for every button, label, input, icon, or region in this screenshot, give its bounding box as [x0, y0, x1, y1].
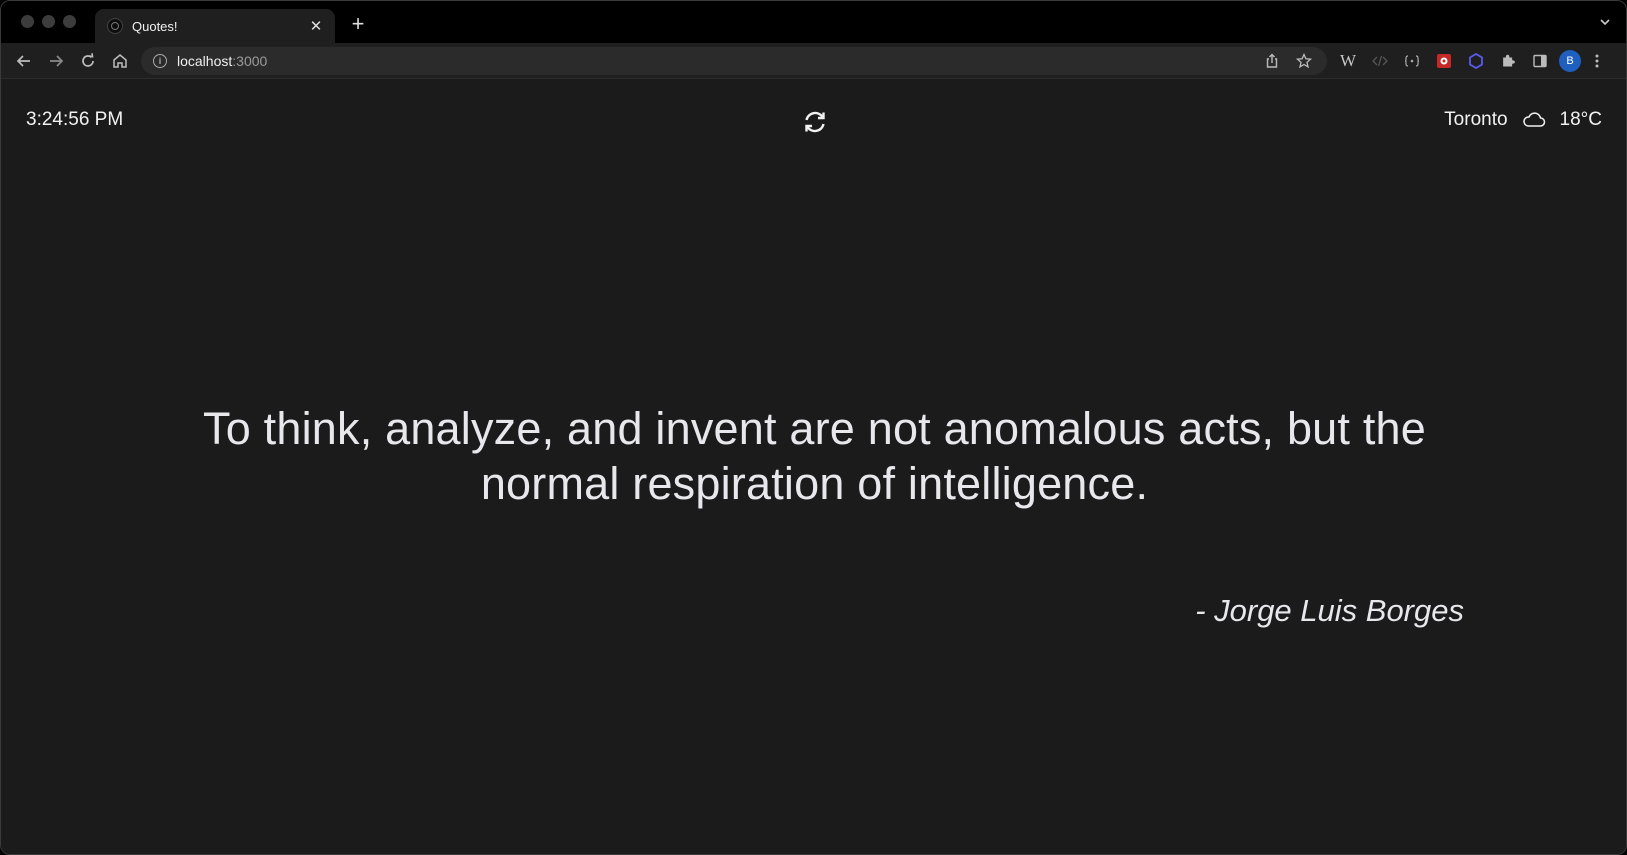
- arrow-left-icon: [16, 54, 30, 67]
- profile-avatar[interactable]: B: [1559, 50, 1581, 72]
- side-panel-icon[interactable]: [1527, 49, 1553, 73]
- tab-strip: Quotes! ✕ +: [1, 1, 1626, 43]
- url-host: localhost: [177, 53, 233, 69]
- quote-text: To think, analyze, and invent are not an…: [203, 403, 1426, 509]
- forward-button[interactable]: [41, 46, 71, 76]
- url-text[interactable]: localhost:3000: [177, 53, 1253, 69]
- weather-widget: Toronto 18°C: [1444, 109, 1602, 131]
- tab-title: Quotes!: [132, 18, 178, 34]
- favicon-icon: [107, 18, 123, 34]
- quote-author: - Jorge Luis Borges: [1195, 593, 1464, 628]
- url-port: :3000: [232, 53, 268, 69]
- weather-city: Toronto: [1444, 109, 1508, 130]
- more-options-icon[interactable]: [1587, 49, 1607, 73]
- bookmark-star-icon[interactable]: [1291, 48, 1317, 74]
- browser-toolbar: i localhost:3000 W B: [1, 43, 1626, 79]
- window-controls: [21, 15, 76, 28]
- close-window-button[interactable]: [21, 15, 34, 28]
- cloud-icon: [1522, 112, 1545, 127]
- reload-button[interactable]: [73, 46, 103, 76]
- code-extension-icon[interactable]: [1367, 49, 1393, 73]
- puzzle-icon[interactable]: [1495, 49, 1521, 73]
- back-button[interactable]: [9, 46, 39, 76]
- reload-icon: [82, 52, 94, 67]
- minimize-window-button[interactable]: [42, 15, 55, 28]
- hexagon-extension-icon[interactable]: [1463, 49, 1489, 73]
- home-icon: [113, 53, 127, 68]
- address-bar[interactable]: i localhost:3000: [141, 47, 1327, 75]
- chevron-down-icon[interactable]: [1598, 15, 1612, 34]
- quotes-page: 3:24:56 PM Toronto 18°C To think, analyz…: [1, 79, 1626, 854]
- tab-close-icon[interactable]: ✕: [307, 17, 325, 35]
- json-extension-icon[interactable]: [1399, 49, 1425, 73]
- wikipedia-extension-icon[interactable]: W: [1335, 49, 1361, 73]
- zoom-window-button[interactable]: [63, 15, 76, 28]
- share-icon[interactable]: [1259, 48, 1285, 74]
- current-time: 3:24:56 PM: [26, 109, 124, 130]
- tab-quotes[interactable]: Quotes! ✕: [95, 9, 335, 43]
- weather-temperature: 18°C: [1559, 109, 1602, 130]
- extensions-area: W B: [1335, 49, 1607, 73]
- arrow-right-icon: [50, 54, 64, 67]
- browser-window: Quotes! ✕ + i localhost:3000 W B 3:24:56…: [0, 0, 1627, 855]
- refresh-quote-button[interactable]: [802, 109, 828, 135]
- home-button[interactable]: [105, 46, 135, 76]
- new-tab-button[interactable]: +: [346, 13, 370, 37]
- red-extension-icon[interactable]: [1431, 49, 1457, 73]
- site-info-icon[interactable]: i: [153, 54, 167, 68]
- refresh-icon: [805, 111, 825, 133]
